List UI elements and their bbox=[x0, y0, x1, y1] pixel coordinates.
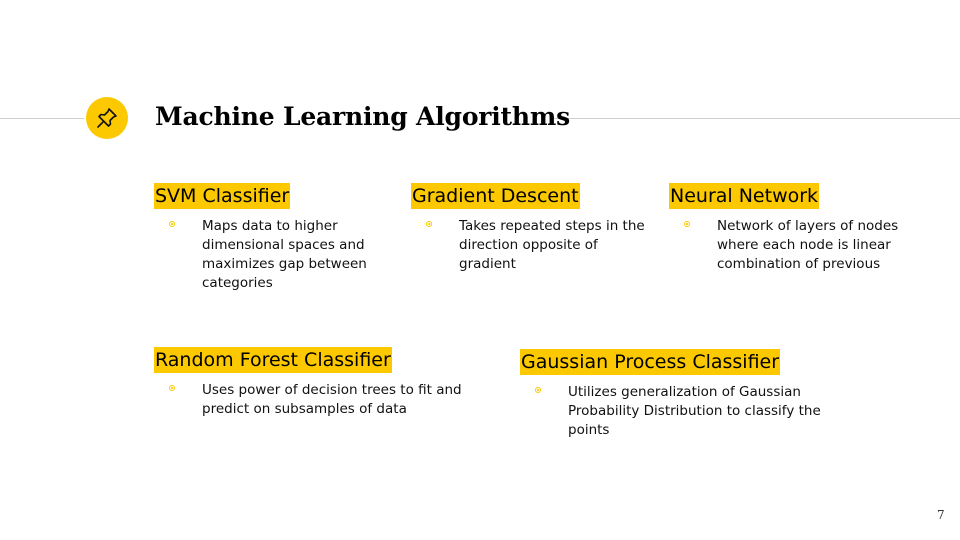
list-item: Utilizes generalization of Gaussian Prob… bbox=[520, 383, 840, 440]
card-heading: Gaussian Process Classifier bbox=[520, 349, 781, 375]
bullet-icon bbox=[684, 221, 690, 227]
card-text: Network of layers of nodes where each no… bbox=[717, 218, 899, 272]
card-neural-network: Neural Network Network of layers of node… bbox=[669, 183, 909, 274]
card-text: Uses power of decision trees to fit and … bbox=[202, 382, 462, 417]
card-random-forest: Random Forest Classifier Uses power of d… bbox=[154, 347, 484, 419]
list-item: Takes repeated steps in the direction op… bbox=[411, 217, 651, 274]
list-item: Network of layers of nodes where each no… bbox=[669, 217, 909, 274]
card-text: Utilizes generalization of Gaussian Prob… bbox=[568, 384, 821, 438]
bullet-icon bbox=[169, 221, 175, 227]
card-heading: Gradient Descent bbox=[411, 183, 580, 209]
title-divider-right bbox=[553, 118, 960, 119]
card-text: Maps data to higher dimensional spaces a… bbox=[202, 218, 367, 291]
bullet-icon bbox=[535, 387, 541, 393]
card-gaussian-process: Gaussian Process Classifier Utilizes gen… bbox=[520, 349, 840, 440]
card-gradient-descent: Gradient Descent Takes repeated steps in… bbox=[411, 183, 651, 274]
card-heading: Random Forest Classifier bbox=[154, 347, 392, 373]
page-number: 7 bbox=[937, 508, 945, 522]
slide-title: Machine Learning Algorithms bbox=[155, 102, 571, 131]
pushpin-icon bbox=[86, 97, 128, 139]
card-svm-classifier: SVM Classifier Maps data to higher dimen… bbox=[154, 183, 394, 293]
card-text: Takes repeated steps in the direction op… bbox=[459, 218, 645, 272]
bullet-icon bbox=[169, 385, 175, 391]
title-divider-left bbox=[0, 118, 84, 119]
card-heading: SVM Classifier bbox=[154, 183, 291, 209]
list-item: Uses power of decision trees to fit and … bbox=[154, 381, 484, 419]
list-item: Maps data to higher dimensional spaces a… bbox=[154, 217, 394, 293]
bullet-icon bbox=[426, 221, 432, 227]
card-heading: Neural Network bbox=[669, 183, 820, 209]
